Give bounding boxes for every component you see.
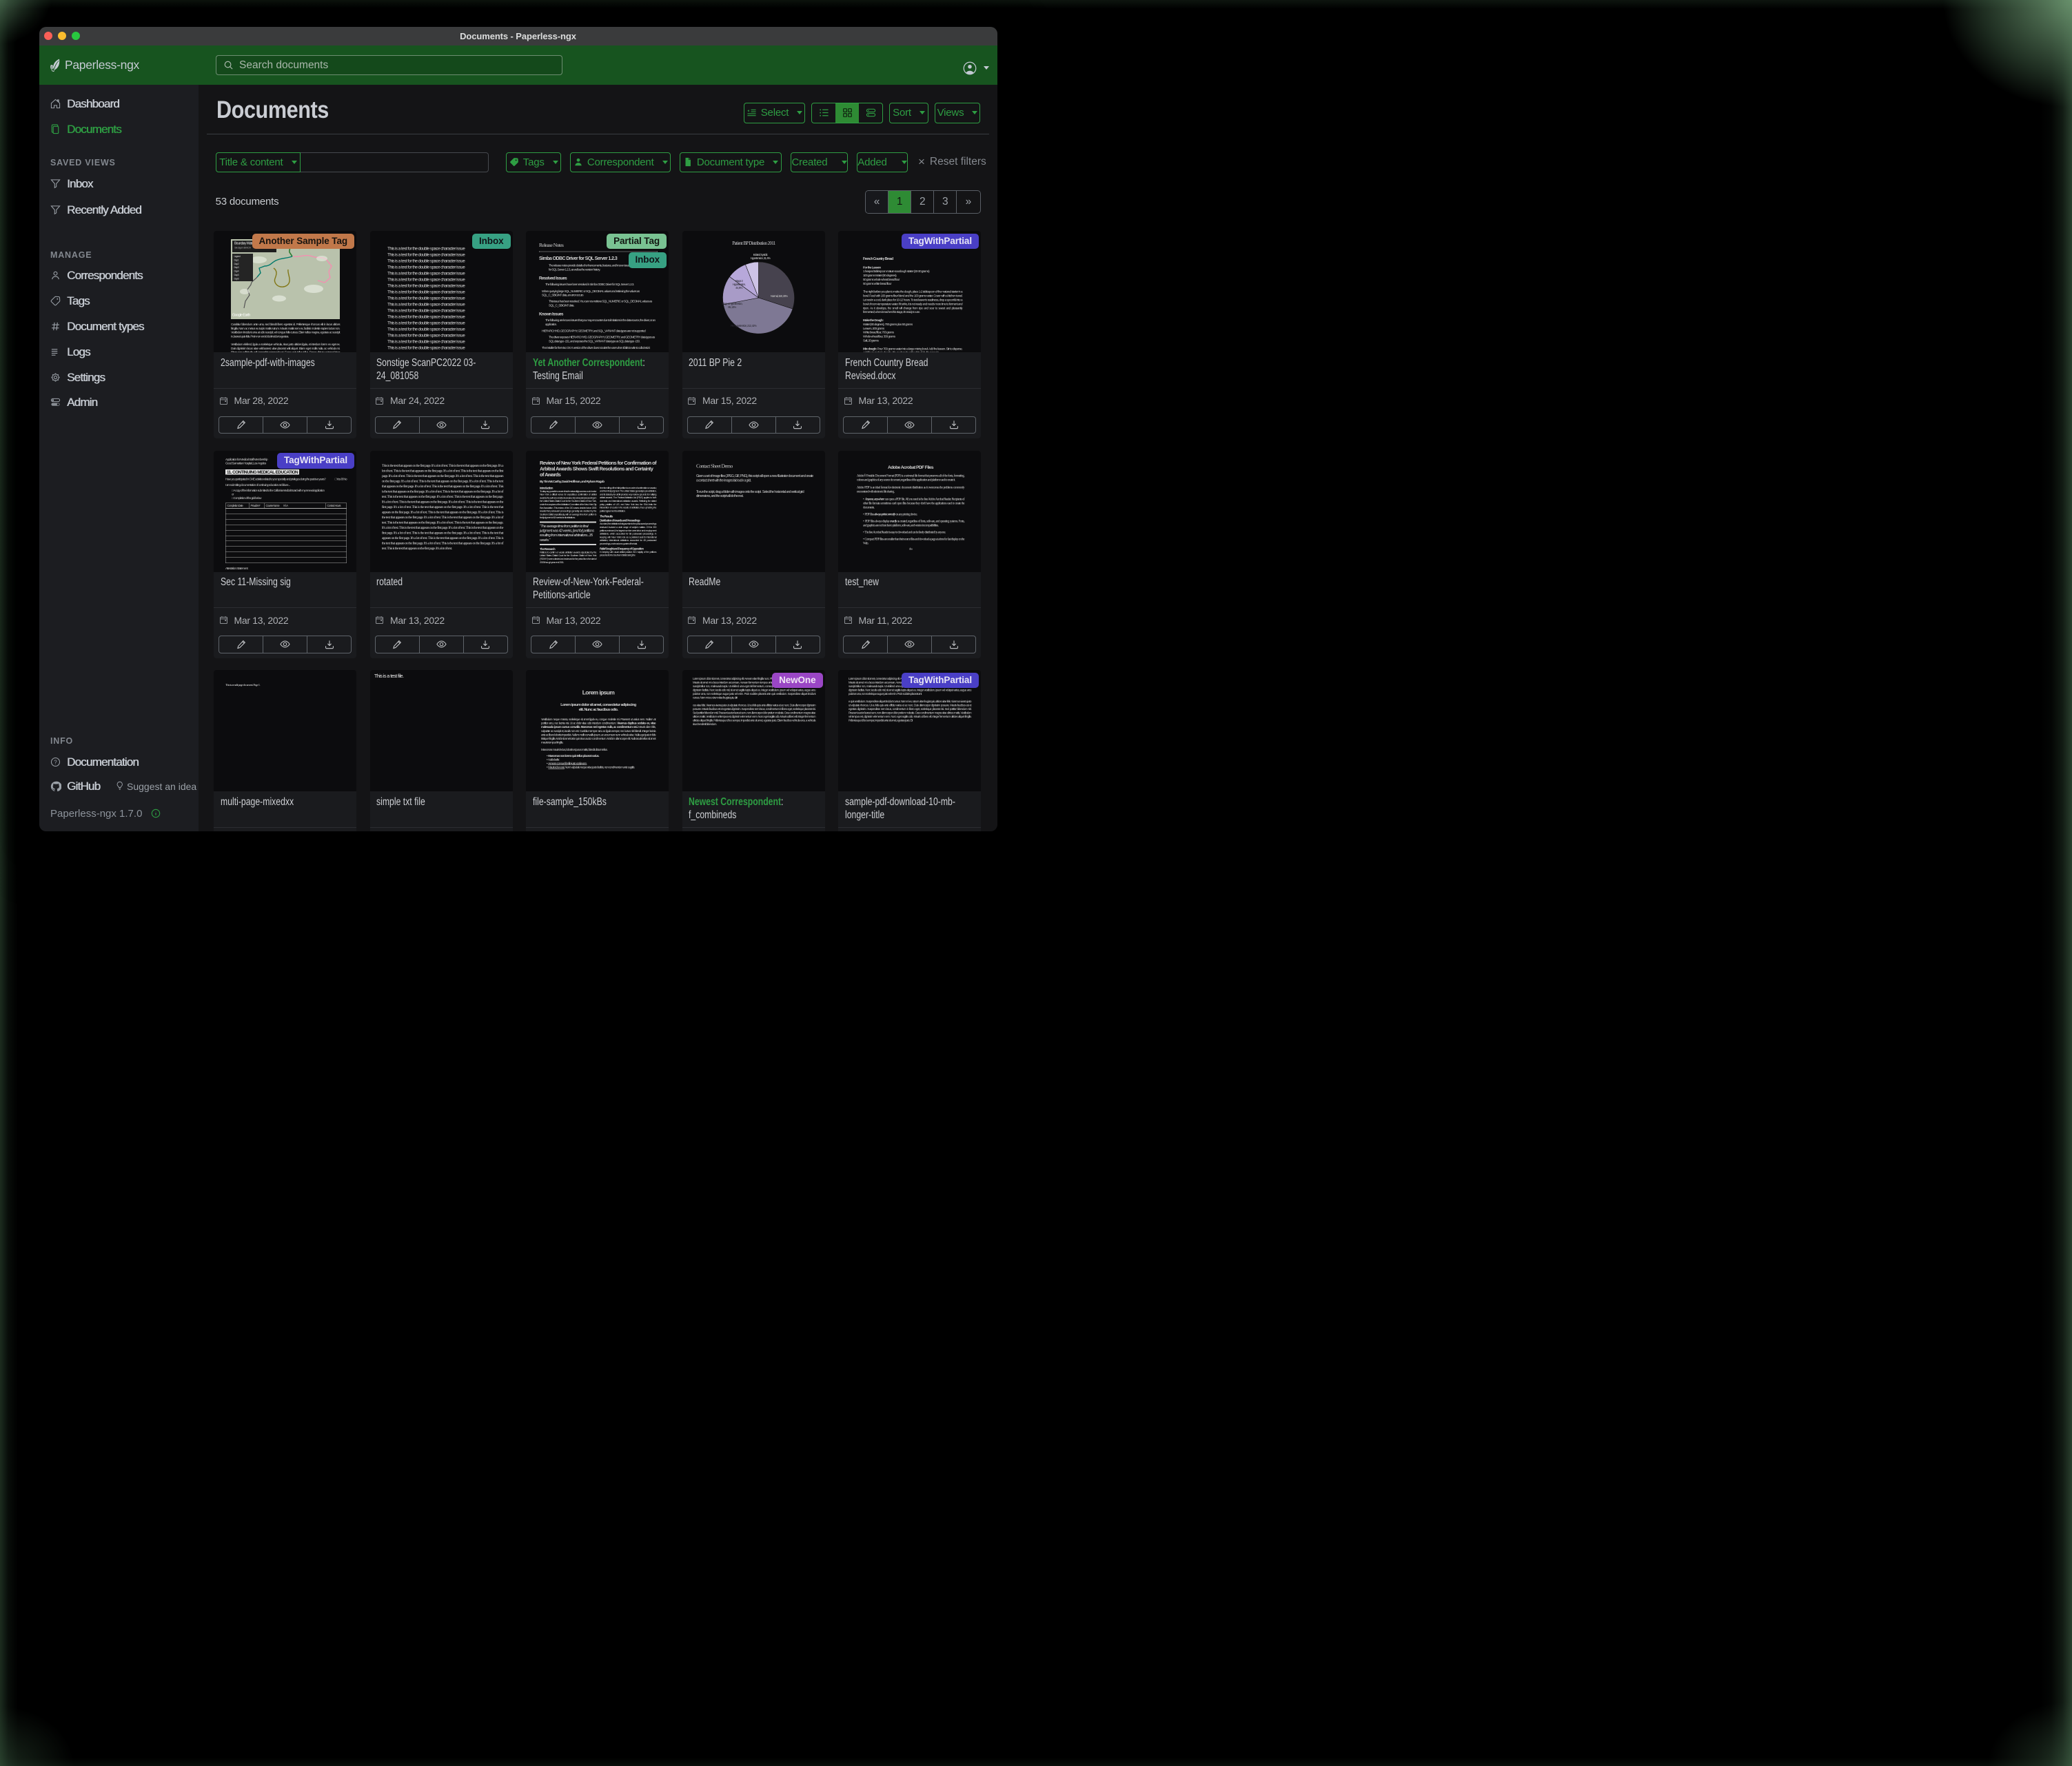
svg-text:?: ? <box>54 759 57 765</box>
